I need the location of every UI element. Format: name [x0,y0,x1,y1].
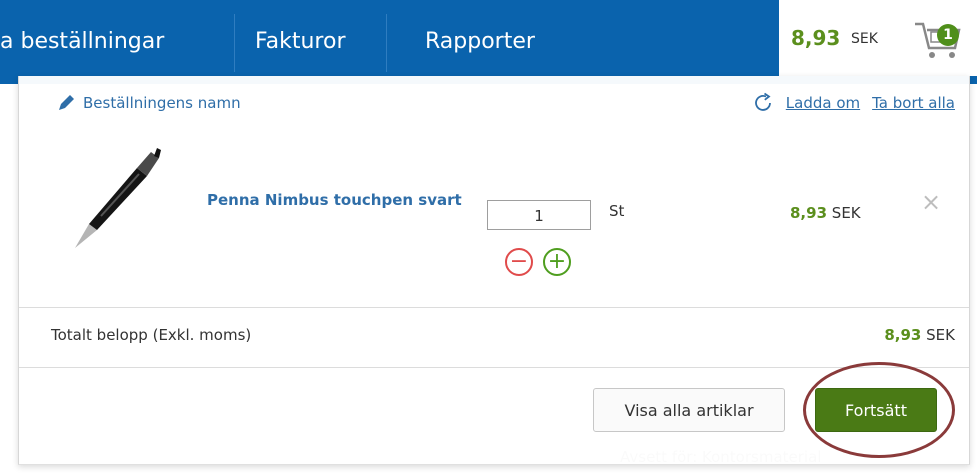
nav-item-orders[interactable]: a beställningar [0,0,164,84]
reload-icon[interactable] [752,92,774,114]
remove-item-icon[interactable]: × [921,188,941,216]
order-name-label: Beställningens namn [83,94,241,112]
plus-icon: + [547,249,567,274]
total-currency: SEK [926,326,955,344]
quantity-input[interactable]: 1 [487,200,591,230]
cart-amount: 8,93 [791,26,841,50]
remove-all-link[interactable]: Ta bort alla [872,94,955,112]
minus-icon: − [509,249,529,274]
cart-count-badge: 1 [937,24,959,46]
nav-divider [234,14,235,72]
total-amount: 8,93 [884,326,922,344]
product-image [75,148,161,248]
line-price-currency: SEK [831,204,861,222]
top-navbar: a beställningar Fakturor Rapporter 8,93 … [0,0,977,84]
cart-currency: SEK [851,31,878,47]
mini-cart-panel: Beställningens namn Ladda om Ta bort all… [18,76,970,465]
nav-item-reports[interactable]: Rapporter [425,0,535,84]
divider [19,307,969,308]
increase-quantity-button[interactable]: + [543,248,571,276]
reload-link[interactable]: Ladda om [786,94,860,112]
divider [19,367,969,368]
show-all-items-button[interactable]: Visa alla artiklar [593,388,785,432]
total-value: 8,93 SEK [884,326,955,344]
decrease-quantity-button[interactable]: − [505,248,533,276]
line-price: 8,93 SEK [790,204,861,222]
cart-actions: Ladda om Ta bort alla [752,92,955,114]
order-name-link[interactable]: Beställningens namn [57,94,241,112]
quantity-unit: St [609,202,625,220]
nav-item-invoices[interactable]: Fakturor [255,0,346,84]
cart-summary[interactable]: 8,93 SEK 1 [779,0,977,76]
nav-divider [386,14,387,72]
line-price-amount: 8,93 [790,204,828,222]
product-name-link[interactable]: Penna Nimbus touchpen svart [207,186,477,214]
total-label: Totalt belopp (Exkl. moms) [51,326,252,344]
pencil-icon [59,95,74,110]
highlight-annotation [803,362,955,458]
